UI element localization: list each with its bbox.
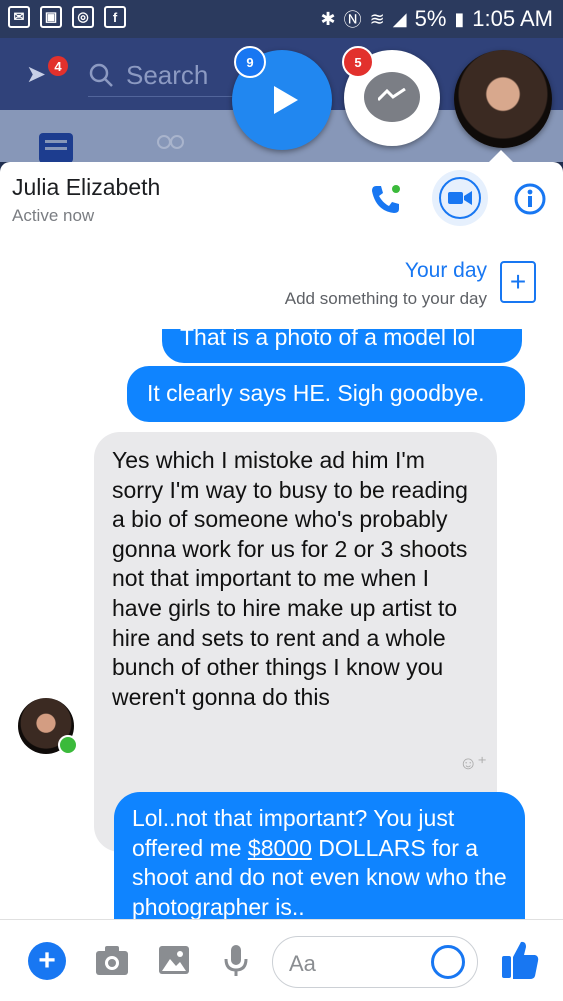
search-placeholder: Search (126, 59, 209, 90)
messenger-badge: 5 (342, 46, 374, 78)
amount-link[interactable]: $8000 (248, 835, 312, 861)
video-call-button[interactable] (432, 170, 488, 226)
wifi-icon: ≋ (369, 8, 385, 29)
message-text: It clearly says HE. Sigh goodbye. (147, 380, 485, 406)
microphone-icon[interactable] (218, 942, 254, 978)
camera-icon[interactable] (94, 942, 130, 978)
play-icon (274, 86, 298, 114)
message-text: That is a photo of a model lol (180, 329, 476, 350)
contact-chat-head[interactable] (454, 50, 552, 148)
thumbs-up-icon[interactable] (500, 938, 540, 982)
message-composer: + Aa (0, 919, 563, 1001)
add-story-icon[interactable]: + (500, 261, 536, 303)
battery-icon: ▮ (454, 8, 465, 29)
video-camera-icon (448, 191, 472, 205)
search-icon (89, 63, 113, 87)
message-text: Yes which I mistoke ad him I'm sorry I'm… (112, 447, 468, 710)
active-status: Active now (12, 206, 95, 225)
message-thread[interactable]: That is a photo of a model lol It clearl… (0, 329, 563, 919)
chat-head-pointer (489, 150, 513, 162)
outgoing-message[interactable]: It clearly says HE. Sigh goodbye. (127, 366, 525, 422)
battery-percent: 5% (414, 6, 447, 31)
instagram-icon: ◎ (72, 6, 94, 28)
phone-call-icon[interactable] (368, 182, 402, 216)
signal-icon: ◢ (392, 8, 407, 29)
outgoing-message[interactable]: That is a photo of a model lol (162, 329, 522, 363)
bluetooth-icon: ✱ (320, 8, 336, 29)
outgoing-message[interactable]: Lol..not that important? You just offere… (114, 792, 525, 919)
emoji-icon[interactable] (431, 945, 465, 979)
online-indicator (58, 735, 78, 755)
image-icon[interactable] (156, 942, 192, 978)
message-input[interactable]: Aa (272, 936, 478, 988)
news-feed-icon[interactable] (38, 132, 74, 162)
message-input-placeholder: Aa (289, 951, 316, 976)
your-day-subtitle: Add something to your day (284, 289, 487, 308)
video-badge: 9 (234, 46, 266, 78)
your-day-title[interactable]: Your day (405, 259, 487, 283)
facebook-icon: f (104, 6, 126, 28)
status-bar: ✉ ▣ ◎ f ✱ Ⓝ ≋ ◢ 5% ▮ 1:05 AM (0, 0, 563, 38)
more-actions-button[interactable]: + (28, 942, 66, 980)
notification-badge: 4 (48, 56, 68, 76)
your-day-banner[interactable]: Your day Add something to your day + (0, 237, 563, 330)
info-icon[interactable] (513, 182, 547, 216)
contact-name: Julia Elizabeth (12, 174, 161, 200)
mail-icon: ✉ (8, 6, 30, 28)
clock: 1:05 AM (472, 6, 553, 31)
gallery-icon: ▣ (40, 6, 62, 28)
messenger-bolt-icon (378, 88, 406, 102)
friends-icon[interactable] (152, 132, 188, 162)
add-reaction-icon[interactable]: ☺⁺ (452, 749, 494, 777)
incoming-message[interactable]: Yes which I mistoke ad him I'm sorry I'm… (94, 432, 497, 852)
nfc-icon: Ⓝ (343, 10, 362, 30)
